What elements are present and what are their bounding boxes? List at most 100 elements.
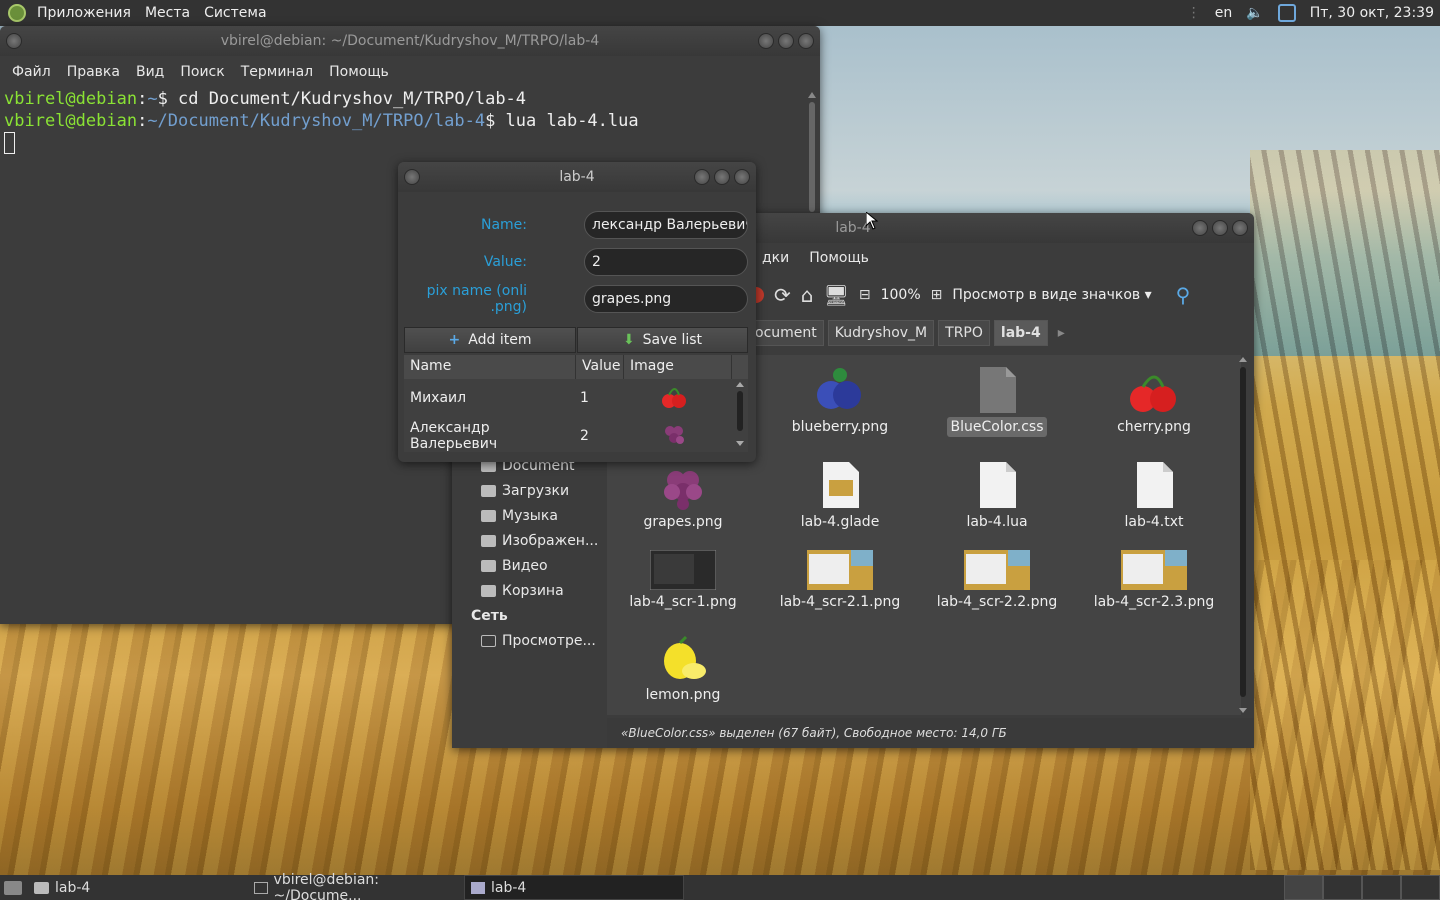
terminal-titlebar[interactable]: vbirel@debian: ~/Document/Kudryshov_M/TR… (0, 26, 820, 56)
minimize-button[interactable] (694, 169, 710, 185)
download-icon: ⬇ (622, 332, 635, 348)
clock[interactable]: Пт, 30 окт, 23:39 (1310, 5, 1434, 21)
screenshot-thumbnail-icon (964, 550, 1030, 590)
path-crumb-current[interactable]: lab-4 (993, 320, 1048, 346)
items-table[interactable]: Name Value Image Михаил 1 Александр Вале… (404, 355, 748, 452)
dialog-titlebar[interactable]: lab-4 (398, 162, 756, 192)
table-row[interactable]: Александр Валерьевич 2 (404, 417, 748, 455)
folder-icon (481, 484, 496, 497)
reload-icon[interactable]: ⟳ (774, 283, 791, 307)
file-item[interactable]: lab-4.glade (765, 460, 915, 530)
file-item[interactable]: cherry.png (1079, 365, 1229, 435)
close-button[interactable] (734, 169, 750, 185)
pix-label: pix name (onli .png) (426, 283, 527, 315)
menu-view[interactable]: Вид (128, 64, 172, 80)
workspace-switcher[interactable] (1284, 875, 1440, 900)
window-menu-icon[interactable] (404, 169, 420, 185)
zoom-in-icon[interactable]: ⊞ (931, 287, 943, 303)
file-item[interactable]: lab-4_scr-2.1.png (765, 550, 915, 610)
user-icon[interactable] (1277, 4, 1296, 22)
lua-file-icon (970, 460, 1024, 510)
workspace-2[interactable] (1323, 875, 1362, 900)
debian-logo-icon[interactable] (8, 4, 26, 22)
path-crumb[interactable]: ocument (748, 320, 824, 346)
terminal-output[interactable]: vbirel@debian:~$ cd Document/Kudryshov_M… (0, 88, 820, 154)
sidebar-item-downloads[interactable]: Загрузки (452, 478, 604, 503)
sidebar-item-trash[interactable]: Корзина (452, 578, 604, 603)
computer-icon[interactable]: 🖥 (823, 283, 848, 307)
menu-bookmarks[interactable]: дки (752, 250, 799, 266)
menu-file[interactable]: Файл (4, 64, 59, 80)
column-image[interactable]: Image (624, 355, 732, 379)
path-crumb[interactable]: Kudryshov_M (827, 320, 935, 346)
pix-input[interactable]: grapes.png (584, 285, 748, 313)
search-icon[interactable]: ⚲ (1176, 283, 1191, 307)
file-manager-scrollbar[interactable] (1238, 355, 1248, 715)
sidebar-item-browse-network[interactable]: Просмотре... (452, 628, 604, 653)
workspace-1[interactable] (1284, 875, 1323, 900)
top-panel: Приложения Места Система ⋮ en 🔈 Пт, 30 о… (0, 0, 1440, 26)
table-row[interactable]: Михаил 1 (404, 379, 748, 417)
file-item-selected[interactable]: BlueColor.css (922, 365, 1072, 437)
cherry-icon (1127, 365, 1181, 415)
maximize-button[interactable] (1212, 220, 1228, 236)
file-item[interactable]: lab-4.txt (1079, 460, 1229, 530)
menu-help[interactable]: Помощь (321, 64, 397, 80)
minimize-button[interactable] (1192, 220, 1208, 236)
text-file-icon (1127, 460, 1181, 510)
maximize-button[interactable] (778, 33, 794, 49)
sidebar-item-music[interactable]: Музыка (452, 503, 604, 528)
close-button[interactable] (798, 33, 814, 49)
menu-search[interactable]: Поиск (172, 64, 232, 80)
path-forward-icon[interactable]: ▸ (1052, 325, 1071, 341)
path-crumb[interactable]: TRPO (938, 320, 990, 346)
file-item[interactable]: grapes.png (608, 460, 758, 530)
menu-system[interactable]: Система (197, 5, 273, 21)
close-button[interactable] (1232, 220, 1248, 236)
sidebar-item-pictures[interactable]: Изображен... (452, 528, 604, 553)
name-input[interactable]: лександр Валерьевич (584, 211, 748, 239)
file-item[interactable]: lab-4_scr-2.3.png (1079, 550, 1229, 610)
mouse-pointer-icon (866, 212, 878, 230)
volume-icon[interactable]: 🔈 (1246, 5, 1263, 21)
value-row: Value: 2 (398, 246, 756, 278)
file-item[interactable]: lab-4_scr-2.2.png (922, 550, 1072, 610)
value-input[interactable]: 2 (584, 248, 748, 276)
folder-icon (481, 509, 496, 522)
minimize-button[interactable] (758, 33, 774, 49)
taskbar-item-terminal[interactable]: vbirel@debian: ~/Docume... (248, 872, 464, 900)
maximize-button[interactable] (714, 169, 730, 185)
menu-applications[interactable]: Приложения (30, 5, 138, 21)
terminal-line: vbirel@debian:~$ cd Document/Kudryshov_M… (4, 89, 527, 109)
terminal-cursor (4, 132, 15, 154)
home-icon[interactable]: ⌂ (801, 283, 814, 307)
column-name[interactable]: Name (404, 355, 576, 379)
column-value[interactable]: Value (576, 355, 624, 379)
taskbar-item-file-manager[interactable]: lab-4 (28, 875, 242, 900)
menu-edit[interactable]: Правка (59, 64, 128, 80)
file-item[interactable]: lemon.png (608, 633, 758, 703)
sidebar: Document Загрузки Музыка Изображен... Ви… (452, 453, 604, 748)
file-item[interactable]: lab-4_scr-1.png (608, 549, 758, 610)
view-mode-select[interactable]: Просмотр в виде значков ▾ (952, 287, 1151, 303)
zoom-out-icon[interactable]: ⊟ (859, 287, 871, 303)
add-item-button[interactable]: + Add item (404, 327, 576, 353)
menu-help[interactable]: Помощь (799, 250, 879, 266)
sidebar-item-videos[interactable]: Видео (452, 553, 604, 578)
workspace-4[interactable] (1401, 875, 1440, 900)
name-row: Name: лександр Валерьевич (398, 209, 756, 241)
terminal-line: vbirel@debian:~/Document/Kudryshov_M/TRP… (4, 111, 639, 131)
workspace-3[interactable] (1362, 875, 1401, 900)
file-item[interactable]: blueberry.png (765, 365, 915, 435)
lemon-icon (656, 633, 710, 683)
table-scrollbar[interactable] (734, 379, 746, 452)
menu-terminal[interactable]: Терминал (233, 64, 321, 80)
menu-places[interactable]: Места (138, 5, 197, 21)
file-item[interactable]: lab-4.lua (922, 460, 1072, 530)
keyboard-layout[interactable]: en (1215, 5, 1233, 21)
taskbar-item-dialog[interactable]: lab-4 (464, 875, 684, 900)
show-desktop-icon[interactable] (4, 880, 22, 895)
trash-icon (481, 584, 496, 597)
window-menu-icon[interactable] (6, 33, 22, 49)
save-list-button[interactable]: ⬇ Save list (577, 327, 748, 353)
